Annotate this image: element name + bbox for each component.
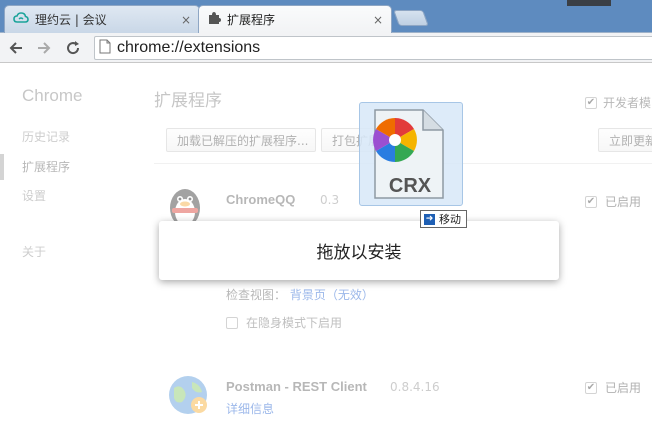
extension-version: 0.3 xyxy=(320,193,340,207)
puzzle-icon xyxy=(207,11,221,28)
load-unpacked-button[interactable]: 加载已解压的扩展程序... xyxy=(166,128,316,152)
developer-mode-toggle[interactable]: ✔ 开发者模 xyxy=(585,94,651,111)
inspect-views: 检查视图： 背景页（无效） xyxy=(226,286,374,303)
sidebar-item-settings[interactable]: 设置 xyxy=(22,187,46,204)
sidebar-title: Chrome xyxy=(22,86,83,105)
sidebar-active-indicator xyxy=(0,154,4,180)
close-tab-icon[interactable]: × xyxy=(181,13,191,27)
sidebar-item-extensions[interactable]: 扩展程序 xyxy=(22,158,70,175)
drop-to-install-text: 拖放以安装 xyxy=(316,243,402,263)
toolbar: chrome://extensions xyxy=(0,33,652,63)
details-link[interactable]: 详细信息 xyxy=(226,400,274,417)
incognito-label: 在隐身模式下启用 xyxy=(246,316,343,330)
enable-toggle[interactable]: ✔ 已启用 xyxy=(585,379,641,396)
forward-arrow-icon[interactable] xyxy=(33,37,55,59)
tab-title: 扩展程序 xyxy=(227,13,276,27)
window-controls[interactable] xyxy=(567,0,611,6)
extension-name: Postman - REST Client xyxy=(226,379,367,394)
tab-extensions[interactable]: 扩展程序 × xyxy=(198,5,392,33)
tab-meeting[interactable]: 理约云 | 会议 × xyxy=(4,5,200,33)
incognito-toggle[interactable]: 在隐身模式下启用 xyxy=(226,314,342,331)
update-now-button[interactable]: 立即更新 xyxy=(598,128,652,152)
close-tab-icon[interactable]: × xyxy=(373,13,383,27)
tab-strip: 理约云 | 会议 × 扩展程序 × xyxy=(0,0,652,33)
crx-file-icon[interactable]: CRX xyxy=(373,108,445,200)
tab-title: 理约云 | 会议 xyxy=(35,13,107,27)
drag-move-tooltip: ➜ 移动 xyxy=(420,210,467,228)
extension-version: 0.8.4.16 xyxy=(390,380,440,394)
crx-label: CRX xyxy=(389,175,432,197)
checkbox[interactable]: ✔ xyxy=(585,381,597,394)
postman-icon xyxy=(166,374,210,416)
back-arrow-icon[interactable] xyxy=(5,37,27,59)
page-icon xyxy=(99,39,111,57)
checkbox[interactable] xyxy=(226,316,238,329)
url-text: chrome://extensions xyxy=(117,39,261,56)
checkbox[interactable]: ✔ xyxy=(585,195,597,208)
move-arrow-icon: ➜ xyxy=(424,213,435,225)
drop-to-install-overlay[interactable]: 拖放以安装 xyxy=(159,221,559,280)
background-page-link[interactable]: 背景页（无效） xyxy=(290,288,374,302)
developer-mode-label: 开发者模 xyxy=(603,96,652,110)
reload-icon[interactable] xyxy=(62,37,84,59)
cloud-icon xyxy=(13,11,29,28)
move-label: 移动 xyxy=(439,213,461,226)
enabled-label: 已启用 xyxy=(605,381,642,395)
inspect-label: 检查视图： xyxy=(226,288,287,302)
page-title: 扩展程序 xyxy=(154,91,222,111)
enabled-label: 已启用 xyxy=(605,195,642,209)
new-tab-button[interactable] xyxy=(393,10,429,26)
checkbox[interactable]: ✔ xyxy=(585,96,597,109)
sidebar-item-history[interactable]: 历史记录 xyxy=(22,128,70,145)
address-bar[interactable]: chrome://extensions xyxy=(94,36,652,60)
extension-name: ChromeQQ xyxy=(226,192,296,207)
sidebar-item-about[interactable]: 关于 xyxy=(22,243,46,260)
enable-toggle[interactable]: ✔ 已启用 xyxy=(585,193,641,210)
